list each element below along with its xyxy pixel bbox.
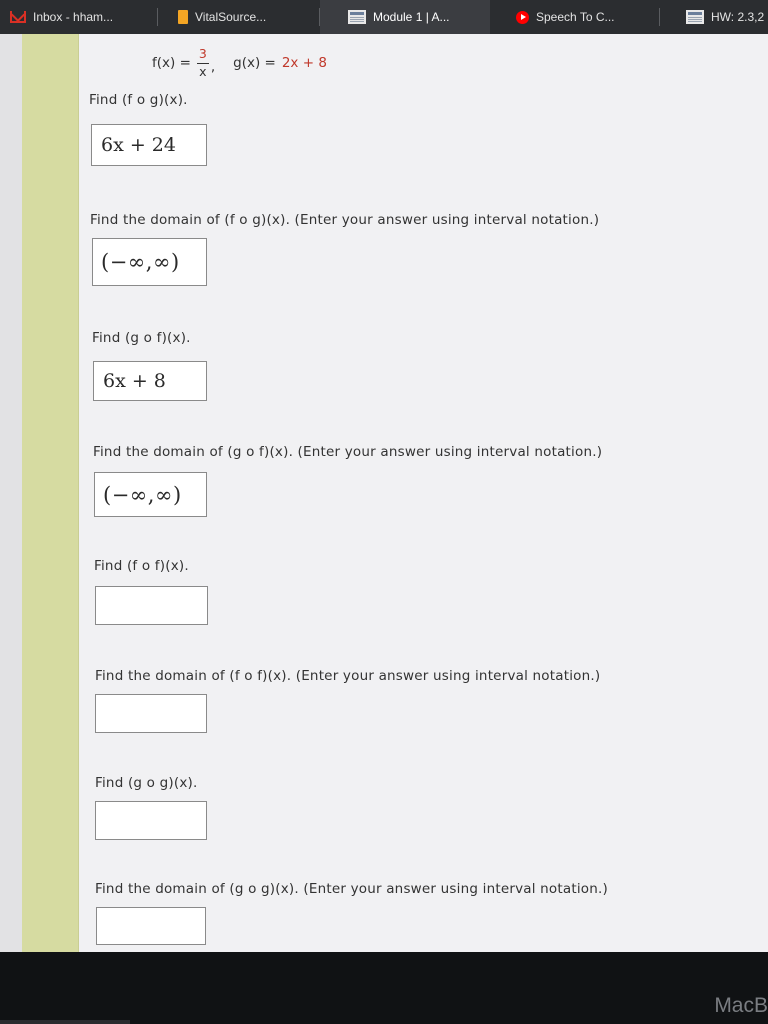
tab-vitalsource[interactable]: VitalSource... (158, 0, 320, 34)
question-prompt: Find the domain of (g o f)(x). (Enter yo… (93, 444, 603, 460)
function-definitions: f(x) = 3 x , g(x) = 2x + 8 (152, 47, 327, 79)
answer-field-f-of-f[interactable] (95, 586, 208, 625)
f-definition-lhs: f(x) = (152, 55, 191, 71)
tab-homework[interactable]: HW: 2.3,2 (660, 0, 768, 34)
question-rail (22, 34, 79, 952)
answer-field-domain-f-of-f[interactable] (95, 694, 207, 733)
tab-module[interactable]: Module 1 | A... (320, 0, 490, 34)
answer-field-g-of-f[interactable]: 6x + 8 (93, 361, 207, 401)
answer-field-domain-g-of-f[interactable]: (−∞,∞) (94, 472, 207, 517)
question-prompt: Find the domain of (f o g)(x). (Enter yo… (90, 212, 600, 228)
question-prompt: Find the domain of (f o f)(x). (Enter yo… (95, 668, 601, 684)
tab-label: Inbox - hham... (33, 10, 114, 24)
bezel-brand-label: MacB (714, 994, 768, 1017)
document-icon (348, 10, 366, 24)
tab-label: Module 1 | A... (373, 10, 450, 24)
definition-separator: , (210, 59, 216, 75)
vitalsource-icon (178, 10, 188, 24)
f-numerator: 3 (196, 47, 209, 64)
g-definition-lhs: g(x) = (233, 55, 276, 71)
question-prompt: Find (g o g)(x). (95, 775, 198, 791)
f-fraction: 3 x (196, 47, 209, 79)
answer-field-f-of-g[interactable]: 6x + 24 (91, 124, 207, 166)
f-denominator: x (199, 63, 207, 79)
question-prompt: Find the domain of (g o g)(x). (Enter yo… (95, 881, 608, 897)
g-definition-rhs: 2x + 8 (281, 55, 327, 71)
tab-label: Speech To C... (536, 10, 615, 24)
tab-label: HW: 2.3,2 (711, 10, 765, 24)
question-prompt: Find (f o f)(x). (94, 558, 189, 574)
gmail-icon (10, 11, 26, 23)
tab-inbox[interactable]: Inbox - hham... (0, 0, 158, 34)
tab-speech-to-text[interactable]: Speech To C... (490, 0, 660, 34)
answer-field-g-of-g[interactable] (95, 801, 207, 840)
youtube-icon (516, 10, 529, 24)
page-viewport: f(x) = 3 x , g(x) = 2x + 8 Find (f o g)(… (0, 34, 768, 952)
browser-tab-bar: Inbox - hham... VitalSource... Module 1 … (0, 0, 768, 34)
question-prompt: Find (f o g)(x). (89, 92, 188, 108)
document-icon (686, 10, 704, 24)
question-content: f(x) = 3 x , g(x) = 2x + 8 Find (f o g)(… (79, 34, 768, 952)
tab-label: VitalSource... (195, 10, 267, 24)
answer-field-domain-g-of-g[interactable] (96, 907, 206, 945)
question-prompt: Find (g o f)(x). (92, 330, 191, 346)
answer-field-domain-f-of-g[interactable]: (−∞,∞) (92, 238, 207, 286)
